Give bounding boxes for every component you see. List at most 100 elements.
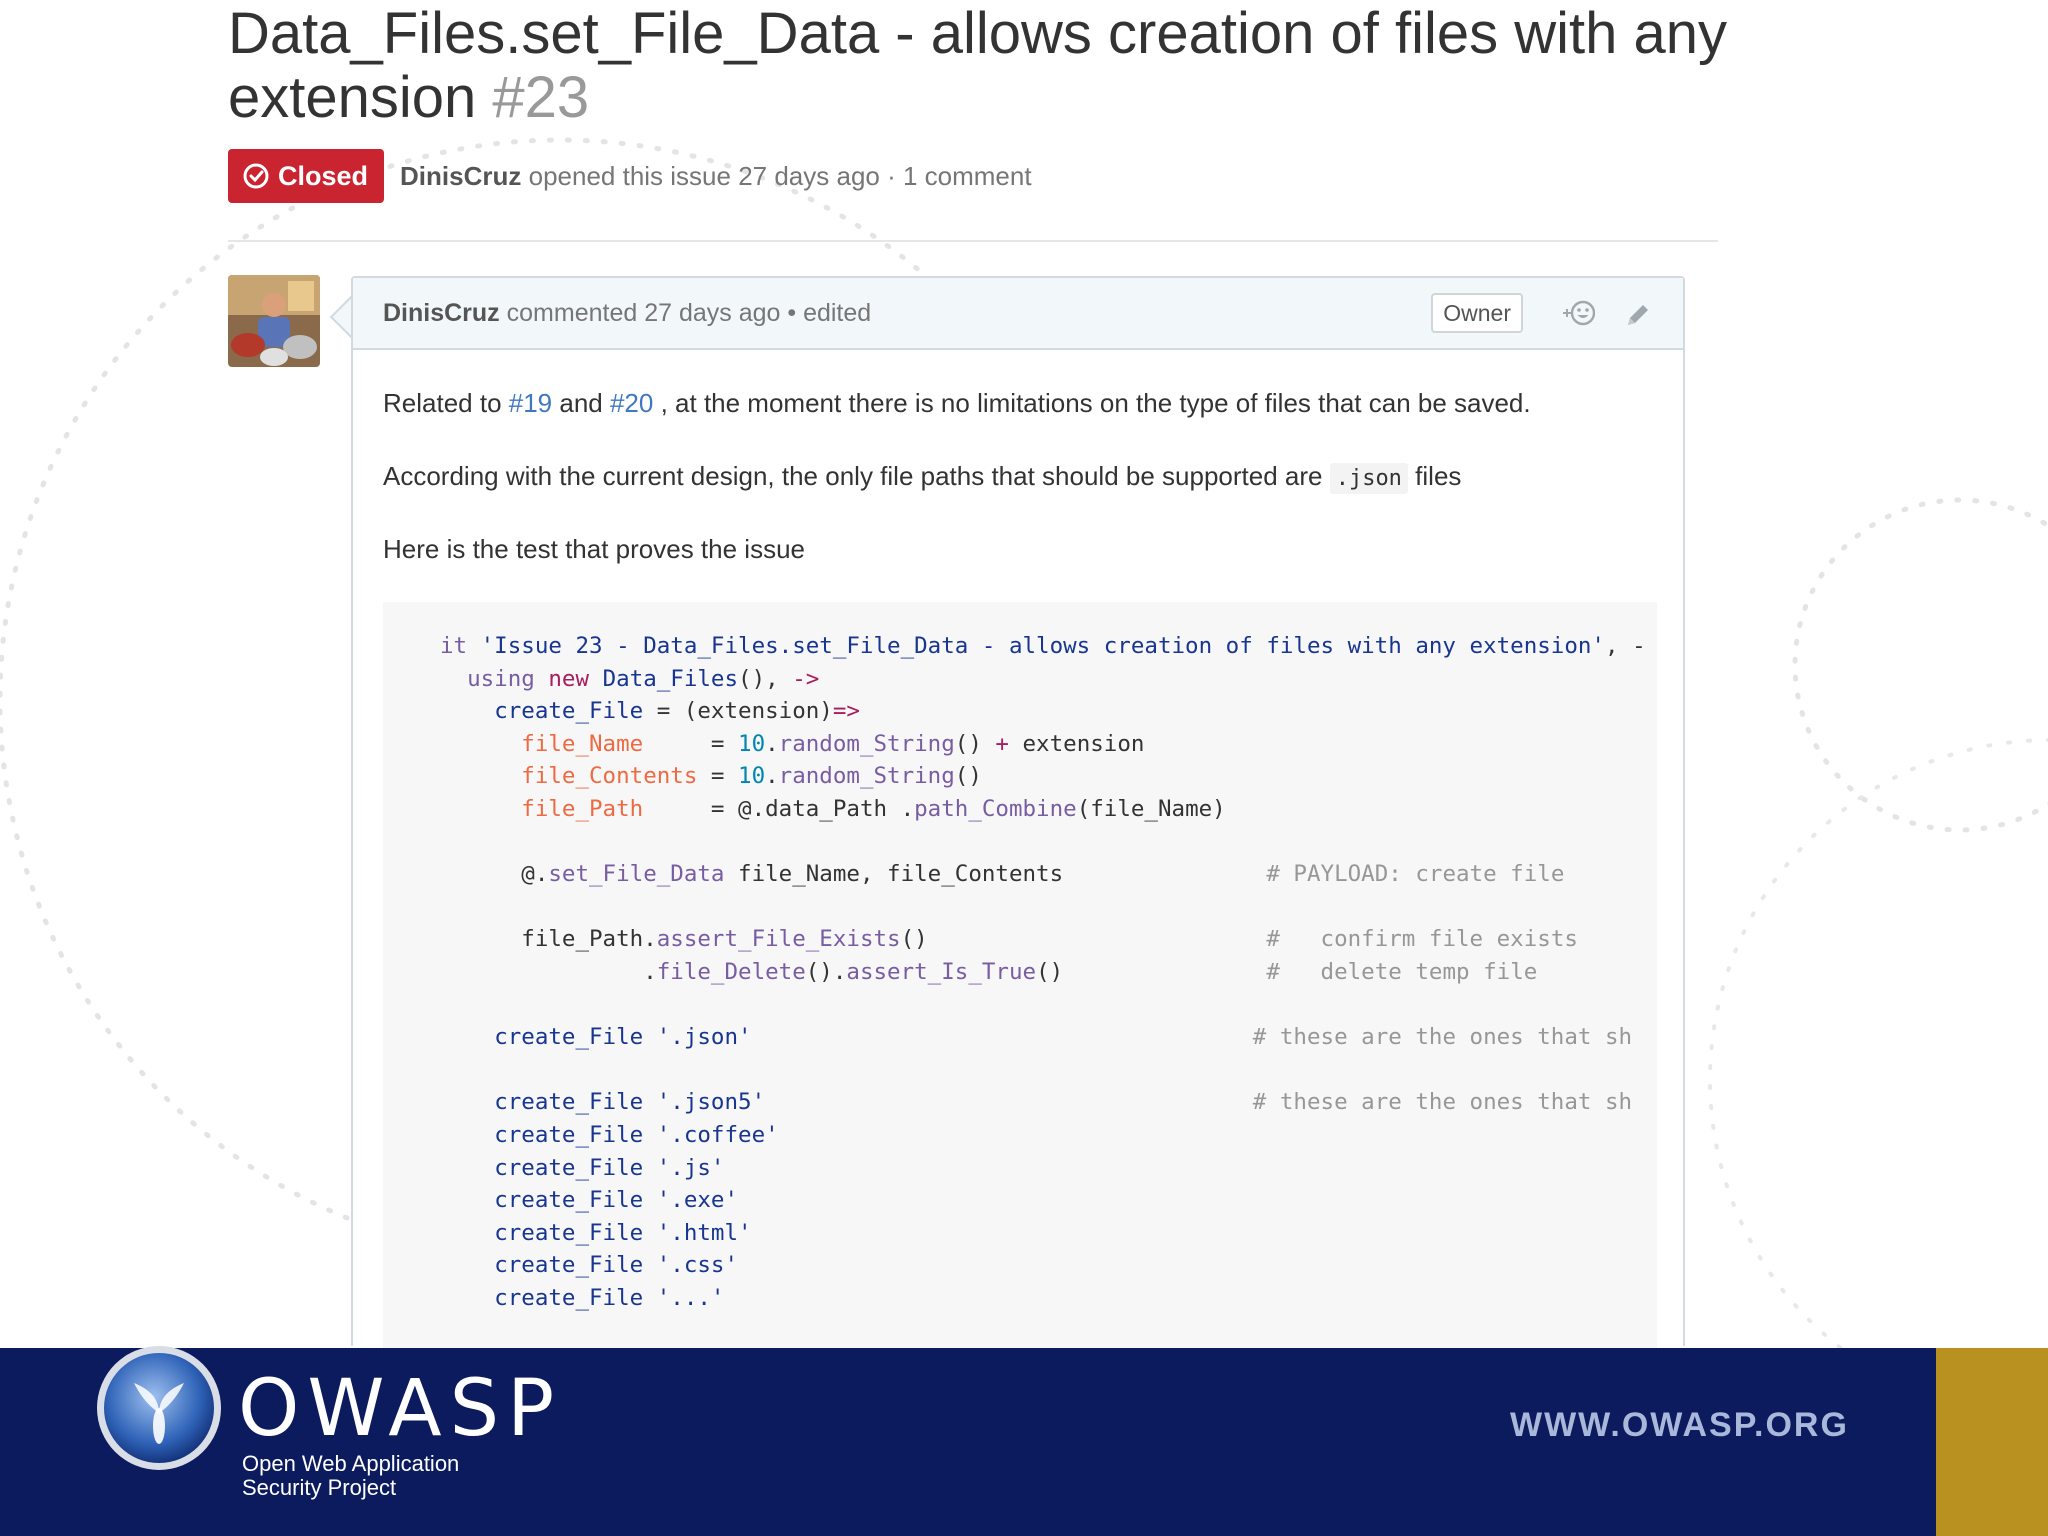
- owasp-url[interactable]: WWW.OWASP.ORG: [1510, 1406, 1849, 1445]
- code-token: 'Issue 23 - Data_Files.set_File_Data - a…: [480, 633, 1605, 659]
- code-token: random_String: [778, 763, 955, 790]
- code-token: create_File: [494, 1121, 644, 1148]
- footer-gold-stripe: [1936, 1348, 2048, 1536]
- issue-link-20[interactable]: #20: [610, 388, 653, 418]
- code-token: # these are the ones that sh: [1252, 1089, 1633, 1116]
- code-line: create_File = (extension)=>: [440, 698, 860, 724]
- code-token: @.: [440, 861, 549, 888]
- code-token: random_String: [778, 730, 955, 757]
- p2-lead: According with the current design, the o…: [383, 461, 1330, 491]
- code-block[interactable]: it 'Issue 23 - Data_Files.set_File_Data …: [383, 602, 1657, 1348]
- header-divider: [228, 240, 1718, 242]
- issue-title-text: Data_Files.set_File_Data - allows creati…: [228, 1, 1727, 130]
- comment-paragraph-3: Here is the test that proves the issue: [383, 534, 805, 564]
- code-token: # these are the ones that sh: [1252, 1024, 1633, 1051]
- code-token: ().: [805, 958, 847, 985]
- owasp-brand: OWASP: [238, 1364, 563, 1454]
- comment-timestamp[interactable]: commented 27 days ago • edited: [507, 299, 872, 327]
- code-token: =: [697, 763, 739, 790]
- issue-opened-text: opened this issue 27 days ago · 1 commen…: [528, 160, 1032, 191]
- code-token: Data_Files: [602, 665, 739, 692]
- code-token: create_File: [494, 698, 644, 725]
- code-token: set_File_Data: [548, 861, 725, 888]
- code-line: .file_Delete().assert_Is_True() # delete…: [440, 959, 1537, 985]
- code-token: '...': [656, 1284, 725, 1311]
- code-token: 10: [738, 730, 766, 757]
- code-line: create_File '.html': [440, 1219, 751, 1246]
- avatar[interactable]: [228, 275, 320, 367]
- pencil-icon[interactable]: [1623, 300, 1653, 335]
- code-line: create_File '.coffee': [440, 1121, 779, 1148]
- p1-lead: Related to: [383, 388, 509, 418]
- code-token: file_Contents: [521, 763, 698, 790]
- code-token: extension: [1008, 730, 1145, 757]
- code-token: it: [440, 633, 481, 659]
- code-token: create_File: [494, 1187, 644, 1214]
- code-token: , -: [1604, 633, 1646, 659]
- code-token: (): [1036, 958, 1267, 985]
- code-token: '.json5': [656, 1089, 766, 1116]
- code-line: create_File '.json5' # these are the one…: [440, 1089, 1632, 1115]
- code-token: assert_Is_True: [846, 958, 1037, 985]
- code-line: create_File '.json' # these are the ones…: [440, 1024, 1632, 1050]
- code-token: # PAYLOAD: create file: [1266, 861, 1565, 888]
- code-token: create_File: [494, 1024, 644, 1051]
- code-line: file_Path.assert_File_Exists() # confirm…: [440, 926, 1578, 952]
- p2-tail: files: [1407, 461, 1462, 491]
- code-line: @.set_File_Data file_Name, file_Contents…: [440, 861, 1564, 887]
- comment-paragraph-1: Related to #19 and #20 , at the moment t…: [383, 388, 1531, 419]
- code-token: =>: [832, 698, 860, 725]
- code-token: .: [765, 763, 779, 790]
- inline-code-json: .json: [1329, 463, 1408, 494]
- code-token: '.coffee': [656, 1121, 779, 1148]
- code-token: 10: [738, 763, 766, 790]
- code-token: file_Name: [521, 730, 644, 757]
- code-token: file_Path: [521, 795, 644, 822]
- code-token: (file_Name): [1076, 795, 1226, 822]
- code-token: file_Name, file_Contents: [724, 861, 1267, 888]
- issue-state-badge: Closed: [228, 149, 385, 203]
- add-reaction-icon[interactable]: [1561, 296, 1596, 335]
- comment-box: DinisCruz commented 27 days ago • edited…: [351, 276, 1685, 1348]
- code-token: '.js': [656, 1154, 725, 1181]
- comment-author-link[interactable]: DinisCruz: [383, 299, 500, 327]
- code-token: create_File: [494, 1089, 644, 1116]
- code-token: = @.data_Path .: [643, 795, 915, 822]
- code-token: create_File: [494, 1219, 644, 1246]
- code-token: ->: [792, 665, 820, 692]
- code-line: create_File '.js': [440, 1155, 724, 1181]
- code-token: create_File: [494, 1252, 644, 1279]
- footer-banner: OWASP Open Web Application Security Proje…: [0, 1346, 2048, 1536]
- code-line: create_File '.css': [440, 1252, 738, 1278]
- code-line: create_File '...': [440, 1285, 724, 1311]
- code-token: (): [954, 730, 996, 757]
- code-token: file_Path.: [440, 926, 657, 953]
- p1-tail: , at the moment there is no limitations …: [653, 388, 1531, 418]
- issue-author-link[interactable]: DinisCruz: [400, 161, 521, 191]
- closed-issue-icon: [243, 163, 269, 189]
- code-line: create_File '.exe': [440, 1187, 738, 1213]
- issue-title: Data_Files.set_File_Data - allows creati…: [228, 2, 1728, 130]
- owner-badge: Owner: [1431, 293, 1523, 333]
- owasp-wasp-logo-icon: [97, 1346, 221, 1470]
- owasp-subtitle-line-1: Open Web Application: [242, 1451, 460, 1476]
- avatar-image: [228, 275, 320, 367]
- issue-link-19[interactable]: #19: [509, 388, 552, 418]
- code-token: # confirm file exists: [1266, 926, 1578, 953]
